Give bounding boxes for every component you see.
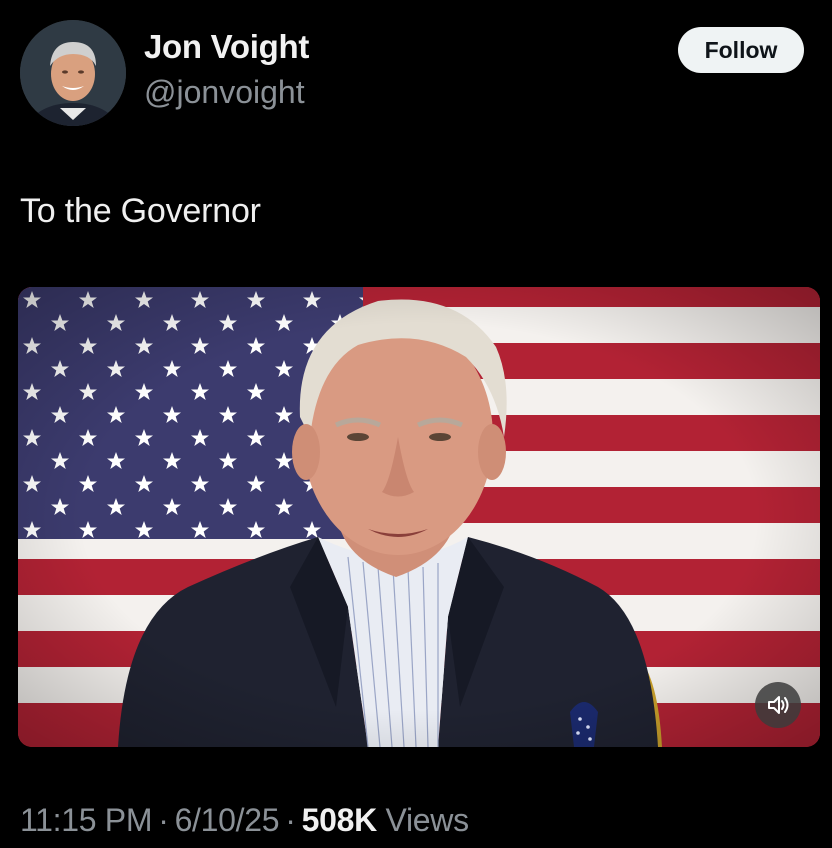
mute-button[interactable]	[755, 682, 801, 728]
speaker-muted-icon	[768, 696, 789, 714]
avatar[interactable]	[20, 20, 126, 126]
separator: ·	[285, 802, 296, 838]
tweet-text: To the Governor	[20, 192, 261, 230]
tweet-meta: 11:15 PM · 6/10/25 · 508K Views	[20, 802, 469, 839]
user-handle[interactable]: @jonvoight	[144, 74, 305, 111]
display-name[interactable]: Jon Voight	[144, 28, 309, 66]
views-count: 508K	[301, 802, 378, 838]
video-player[interactable]	[18, 287, 820, 747]
video-frame	[18, 287, 820, 747]
tweet-time[interactable]: 11:15 PM	[20, 802, 153, 838]
follow-button[interactable]: Follow	[678, 27, 804, 73]
avatar-image	[20, 20, 126, 126]
separator: ·	[158, 802, 169, 838]
tweet-date[interactable]: 6/10/25	[175, 802, 280, 838]
views-label: Views	[385, 802, 470, 838]
tweet-header: Jon Voight @jonvoight Follow	[0, 0, 832, 150]
